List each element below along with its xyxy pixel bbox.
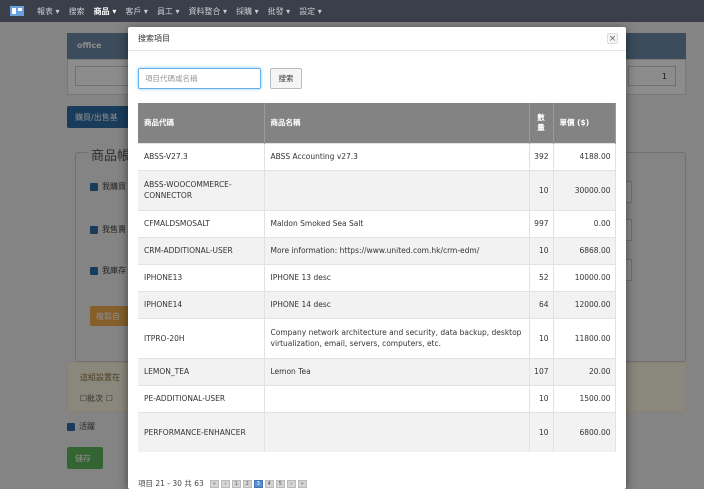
search-items-modal: 搜索項目 × 搜索 商品代碼 商品名稱 數量 單價 ($)	[128, 27, 626, 489]
nav-item-reports[interactable]: 報表 ▾	[37, 6, 60, 17]
cell-qty: 10	[529, 236, 554, 264]
cell-name: Company network architecture and securit…	[264, 317, 530, 358]
col-header-qty-label: 數量	[537, 112, 545, 132]
cell-qty: 392	[529, 142, 554, 170]
table-row[interactable]: ABSS-V27.3 ABSS Accounting v27.3 392 418…	[138, 142, 616, 170]
nav-item-search[interactable]: 搜索	[69, 6, 85, 17]
nav-item-purchasing[interactable]: 採購 ▾	[236, 6, 259, 17]
pagination-summary: 項目 21 - 30 共 63	[138, 479, 204, 488]
page-1-button[interactable]: 1	[231, 479, 241, 488]
table-row[interactable]: IPHONE14 IPHONE 14 desc 64 12000.00	[138, 290, 616, 318]
page-4-button[interactable]: 4	[264, 479, 274, 488]
cell-qty: 10	[529, 411, 554, 452]
table-row[interactable]: ITPRO-20H Company network architecture a…	[138, 317, 616, 358]
col-header-price: 單價 ($)	[553, 103, 616, 143]
cell-name	[264, 384, 530, 412]
cell-name: ABSS Accounting v27.3	[264, 142, 530, 170]
page-last-button[interactable]: »	[297, 479, 307, 488]
cell-price: 12000.00	[553, 290, 616, 318]
page-next-button[interactable]: ›	[286, 479, 296, 488]
cell-qty: 10	[529, 317, 554, 358]
nav-item-products[interactable]: 商品 ▾	[94, 6, 117, 17]
results-table-wrap: 商品代碼 商品名稱 數量 單價 ($) ABSS-V27.3 ABSS Acco…	[138, 103, 616, 452]
search-row: 搜索	[138, 68, 302, 89]
cell-code: CFMALDSMOSALT	[138, 209, 265, 237]
nav-item-data-integration[interactable]: 資料整合 ▾	[189, 6, 228, 17]
cell-code: ITPRO-20H	[138, 317, 265, 358]
cell-name: Lemon Tea	[264, 357, 530, 385]
cell-price: 30000.00	[553, 169, 616, 210]
cell-code: ABSS-WOOCOMMERCE-CONNECTOR	[138, 169, 265, 210]
col-header-qty: 數量	[529, 103, 554, 143]
cell-qty: 10	[529, 169, 554, 210]
table-row[interactable]: CFMALDSMOSALT Maldon Smoked Sea Salt 997…	[138, 209, 616, 237]
search-button[interactable]: 搜索	[270, 68, 302, 89]
cell-qty: 997	[529, 209, 554, 237]
cell-price: 4188.00	[553, 142, 616, 170]
cell-price: 0.00	[553, 209, 616, 237]
cell-name: Maldon Smoked Sea Salt	[264, 209, 530, 237]
table-row[interactable]: LEMON_TEA Lemon Tea 107 20.00	[138, 357, 616, 385]
top-navbar: 報表 ▾ 搜索 商品 ▾ 客戶 ▾ 員工 ▾ 資料整合 ▾ 採購 ▾ 批發 ▾ …	[0, 0, 704, 22]
cell-name	[264, 169, 530, 210]
close-icon[interactable]: ×	[607, 33, 618, 44]
cell-price: 6868.00	[553, 236, 616, 264]
cell-price: 11800.00	[553, 317, 616, 358]
cell-code: PE-ADDITIONAL-USER	[138, 384, 265, 412]
cell-code: LEMON_TEA	[138, 357, 265, 385]
page-2-button[interactable]: 2	[242, 479, 252, 488]
cell-name: IPHONE 14 desc	[264, 290, 530, 318]
cell-code: ABSS-V27.3	[138, 142, 265, 170]
cell-price: 20.00	[553, 357, 616, 385]
cell-price: 1500.00	[553, 384, 616, 412]
modal-title: 搜索項目	[138, 34, 170, 43]
cell-code: PERFORMANCE-ENHANCER	[138, 411, 265, 452]
table-row[interactable]: PERFORMANCE-ENHANCER 10 6800.00	[138, 411, 616, 452]
table-row[interactable]: PE-ADDITIONAL-USER 10 1500.00	[138, 384, 616, 412]
cell-name: IPHONE 13 desc	[264, 263, 530, 291]
table-row[interactable]: CRM-ADDITIONAL-USER More information: ht…	[138, 236, 616, 264]
modal-header: 搜索項目	[128, 27, 626, 51]
pagination: 項目 21 - 30 共 63 « ‹ 1 2 3 4 5 › »	[138, 478, 307, 489]
cell-price: 10000.00	[553, 263, 616, 291]
cell-name: More information: https://www.united.com…	[264, 236, 530, 264]
nav-item-customers[interactable]: 客戶 ▾	[125, 6, 148, 17]
nav-item-wholesale[interactable]: 批發 ▾	[268, 6, 291, 17]
app-logo-icon[interactable]	[6, 2, 28, 20]
results-table: 商品代碼 商品名稱 數量 單價 ($) ABSS-V27.3 ABSS Acco…	[138, 103, 616, 452]
cell-price: 6800.00	[553, 411, 616, 452]
cell-code: IPHONE13	[138, 263, 265, 291]
nav-item-settings[interactable]: 設定 ▾	[299, 6, 322, 17]
table-row[interactable]: ABSS-WOOCOMMERCE-CONNECTOR 10 30000.00	[138, 169, 616, 210]
cell-name	[264, 411, 530, 452]
search-input[interactable]	[138, 68, 261, 89]
cell-code: CRM-ADDITIONAL-USER	[138, 236, 265, 264]
cell-qty: 52	[529, 263, 554, 291]
col-header-code: 商品代碼	[138, 103, 265, 143]
cell-qty: 64	[529, 290, 554, 318]
col-header-name: 商品名稱	[264, 103, 530, 143]
page-5-button[interactable]: 5	[275, 479, 285, 488]
page-prev-button[interactable]: ‹	[220, 479, 230, 488]
nav-item-employees[interactable]: 員工 ▾	[157, 6, 180, 17]
table-header-row: 商品代碼 商品名稱 數量 單價 ($)	[138, 103, 616, 143]
cell-code: IPHONE14	[138, 290, 265, 318]
cell-qty: 10	[529, 384, 554, 412]
page-3-button[interactable]: 3	[253, 479, 263, 488]
table-row[interactable]: IPHONE13 IPHONE 13 desc 52 10000.00	[138, 263, 616, 291]
cell-qty: 107	[529, 357, 554, 385]
page-first-button[interactable]: «	[209, 479, 219, 488]
